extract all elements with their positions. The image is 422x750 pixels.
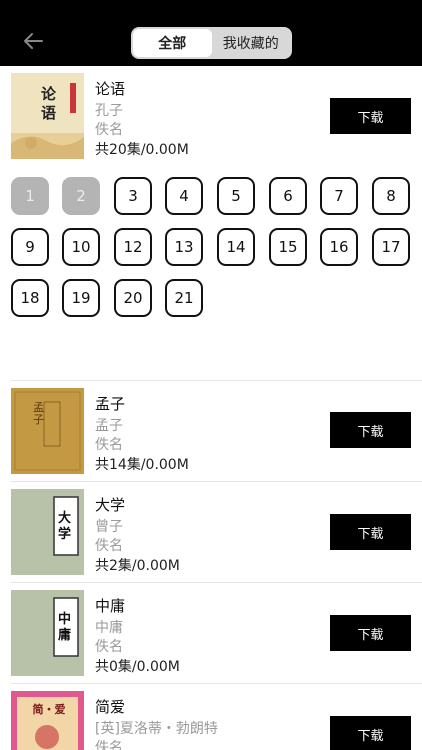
episode-chip[interactable]: 20	[114, 279, 152, 317]
book-episode-count: 共0集/0.00M	[95, 659, 180, 675]
cover-text: 大学	[58, 511, 72, 542]
cover-text: 简・爱	[32, 703, 66, 716]
episode-chip[interactable]: 5	[217, 177, 255, 215]
episode-chip[interactable]: 7	[320, 177, 358, 215]
episode-chip[interactable]: 9	[11, 228, 49, 266]
book-cover: 孟子	[11, 388, 84, 474]
book-episode-count: 共2集/0.00M	[95, 558, 180, 574]
book-reader: 佚名	[95, 122, 123, 138]
book-reader: 佚名	[95, 437, 123, 453]
book-cover: 论语	[11, 73, 84, 159]
book-author: 孔子	[95, 103, 123, 119]
book-cover: 大学	[11, 489, 84, 575]
book-reader: 佚名	[95, 639, 123, 655]
episode-chip[interactable]: 18	[11, 279, 49, 317]
episode-chip[interactable]: 16	[320, 228, 358, 266]
download-button[interactable]: 下载	[330, 412, 411, 448]
cover-text: 中庸	[58, 612, 72, 643]
book-title[interactable]: 论语	[95, 78, 125, 99]
book-item: 大学 大学 曾子 佚名 共2集/0.00M 下载	[0, 482, 422, 582]
download-button[interactable]: 下载	[330, 514, 411, 550]
episode-chip[interactable]: 8	[372, 177, 410, 215]
book-item: 孟子 孟子 孟子 佚名 共14集/0.00M 下载	[0, 381, 422, 481]
book-title[interactable]: 大学	[95, 494, 125, 515]
episode-chip[interactable]: 6	[269, 177, 307, 215]
book-author: 孟子	[95, 418, 123, 434]
book-title[interactable]: 孟子	[95, 393, 125, 414]
book-author: 曾子	[95, 519, 123, 535]
back-arrow-icon[interactable]	[22, 30, 44, 52]
episode-chip[interactable]: 2	[62, 177, 100, 215]
book-reader: 佚名	[95, 538, 123, 554]
download-button[interactable]: 下载	[330, 615, 411, 651]
tab-all[interactable]: 全部	[133, 29, 212, 57]
episode-chip[interactable]: 10	[62, 228, 100, 266]
book-episode-count: 共14集/0.00M	[95, 457, 189, 473]
episode-chip[interactable]: 21	[165, 279, 203, 317]
episode-chip[interactable]: 13	[165, 228, 203, 266]
top-bar: 全部 我收藏的	[0, 0, 422, 66]
book-item: 简・爱 简爱 [英]夏洛蒂・勃朗特 佚名 下载	[0, 684, 422, 750]
book-reader: 佚名	[95, 740, 123, 750]
episode-chip[interactable]: 17	[372, 228, 410, 266]
episode-chip[interactable]: 15	[269, 228, 307, 266]
tab-switcher: 全部 我收藏的	[131, 27, 292, 59]
episode-chip[interactable]: 1	[11, 177, 49, 215]
tab-favorites[interactable]: 我收藏的	[212, 29, 291, 57]
cover-text: 孟子	[33, 401, 44, 426]
cover-text: 论语	[41, 85, 57, 122]
episode-chip[interactable]: 4	[165, 177, 203, 215]
book-title[interactable]: 中庸	[95, 595, 125, 616]
episode-chip[interactable]: 14	[217, 228, 255, 266]
book-cover: 简・爱	[11, 691, 84, 750]
book-author: [英]夏洛蒂・勃朗特	[95, 721, 218, 737]
book-item: 论语 论语 孔子 佚名 共20集/0.00M 下载 1 2 3 4 5 6 7 …	[0, 66, 422, 378]
book-author: 中庸	[95, 620, 123, 636]
book-title[interactable]: 简爱	[95, 696, 125, 717]
download-button[interactable]: 下载	[330, 98, 411, 134]
episode-chip[interactable]: 3	[114, 177, 152, 215]
book-episode-count: 共20集/0.00M	[95, 142, 189, 158]
book-item: 中庸 中庸 中庸 佚名 共0集/0.00M 下载	[0, 583, 422, 683]
episode-chip[interactable]: 19	[62, 279, 100, 317]
download-button[interactable]: 下载	[330, 716, 411, 750]
episode-chip[interactable]: 12	[114, 228, 152, 266]
book-cover: 中庸	[11, 590, 84, 676]
